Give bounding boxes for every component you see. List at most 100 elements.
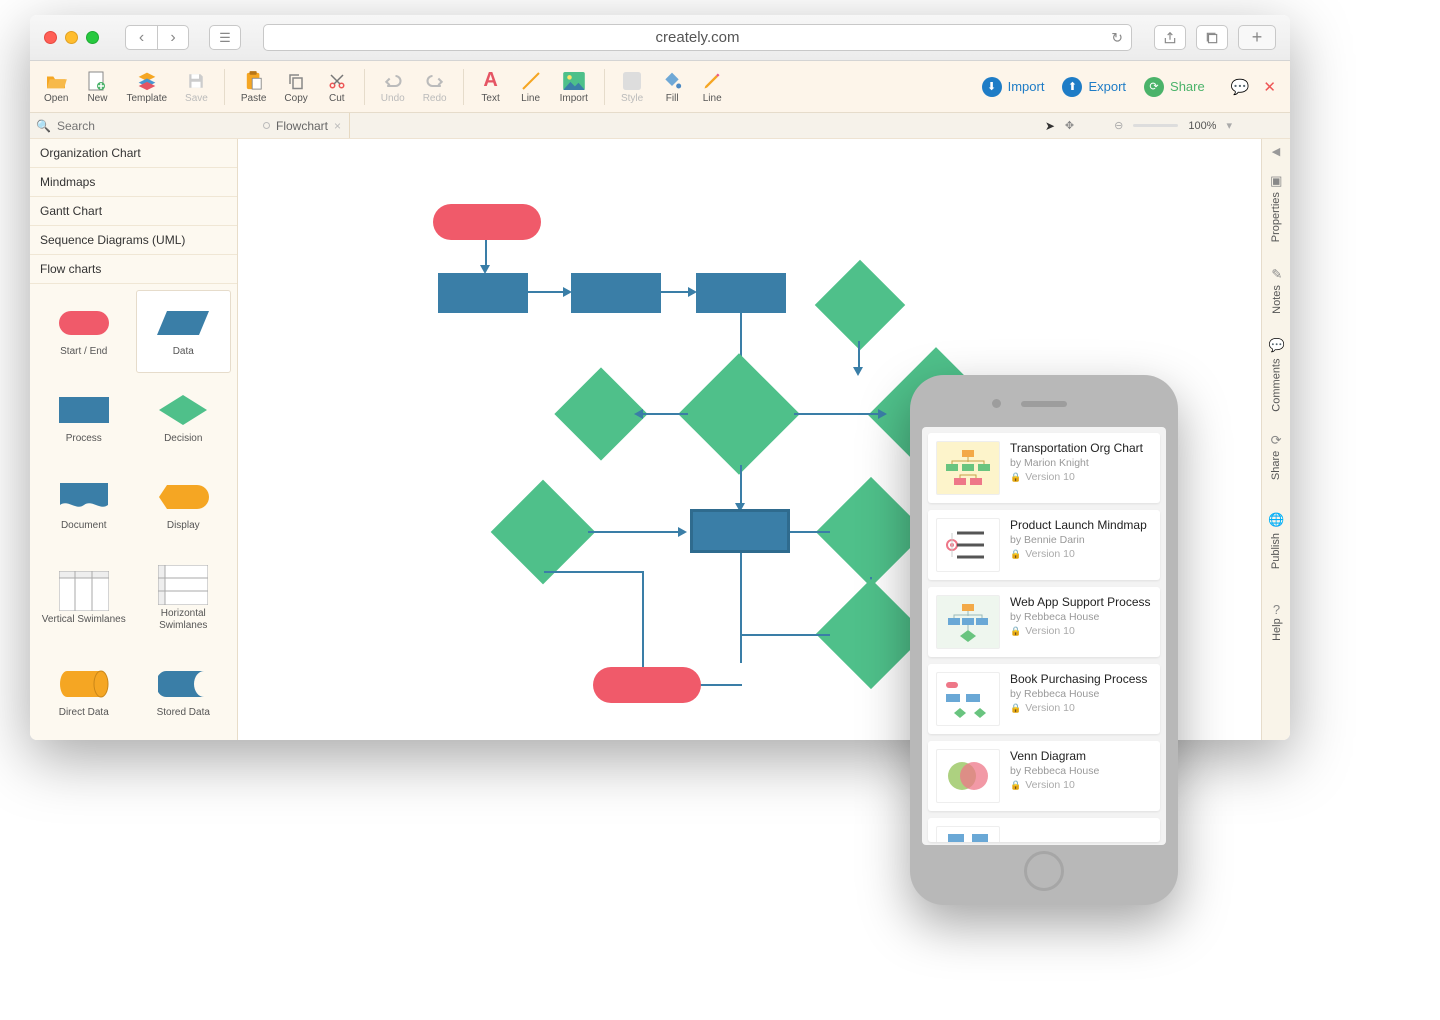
close-tab-icon[interactable]: × <box>334 119 341 133</box>
card-thumbnail <box>936 672 1000 726</box>
collapse-icon[interactable]: ◀ <box>1272 145 1280 158</box>
back-button[interactable]: ‹ <box>125 25 157 50</box>
line-icon <box>520 70 542 92</box>
rail-notes[interactable]: Notes✎ <box>1244 269 1291 314</box>
save-icon <box>185 70 207 92</box>
sidebar-toggle-button[interactable]: ☰ <box>209 25 241 50</box>
flow-process-node[interactable] <box>690 509 790 553</box>
window-controls <box>44 31 99 44</box>
shape-search-input[interactable] <box>57 119 197 133</box>
template-button[interactable]: Template <box>120 68 173 106</box>
cut-button[interactable]: Cut <box>320 68 354 106</box>
rail-publish[interactable]: Publish🌐 <box>1244 512 1290 569</box>
minimize-window-button[interactable] <box>65 31 78 44</box>
card-version: Version 10 <box>1025 702 1075 714</box>
shape-vertical-swimlanes[interactable]: Vertical Swimlanes <box>36 552 132 647</box>
line-style-button[interactable]: Line <box>695 68 729 106</box>
comment-icon[interactable]: 💬 <box>1231 78 1250 96</box>
style-button[interactable]: Style <box>615 68 649 106</box>
redo-button[interactable]: Redo <box>417 68 453 106</box>
shape-start-end[interactable]: Start / End <box>36 290 132 373</box>
flow-decision-node[interactable] <box>568 381 634 447</box>
flow-end-node[interactable] <box>593 667 701 703</box>
shape-direct-data[interactable]: Direct Data <box>36 651 132 734</box>
zoom-dropdown-icon[interactable]: ▾ <box>1226 119 1232 132</box>
lock-icon: 🔒 <box>1010 703 1021 714</box>
diagram-card[interactable]: Product Launch Mindmap by Bennie Darin 🔒… <box>928 510 1160 580</box>
lock-icon: 🔒 <box>1010 472 1021 483</box>
zoom-slider[interactable] <box>1133 124 1178 127</box>
new-button[interactable]: New <box>80 68 114 106</box>
new-tab-button[interactable]: + <box>1238 25 1276 50</box>
rail-comments[interactable]: Comments💬 <box>1244 337 1291 411</box>
rail-help[interactable]: Help? <box>1244 606 1290 641</box>
phone-home-button[interactable] <box>1024 851 1064 891</box>
flow-process-node[interactable] <box>438 273 528 313</box>
line-tool-button[interactable]: Line <box>514 68 548 106</box>
card-thumbnail <box>936 441 1000 495</box>
copy-button[interactable]: Copy <box>278 68 313 106</box>
shape-data[interactable]: Data <box>136 290 232 373</box>
import-image-button[interactable]: Import <box>554 68 594 106</box>
tabs-button[interactable] <box>1196 25 1228 50</box>
card-title: Venn Diagram <box>1010 749 1152 763</box>
import-button[interactable]: ⬇ Import <box>976 73 1051 101</box>
flow-process-node[interactable] <box>696 273 786 313</box>
close-icon[interactable]: ✕ <box>1263 78 1276 96</box>
url-text: creately.com <box>656 29 740 46</box>
nav-buttons: ‹ › <box>125 25 189 50</box>
flow-start-node[interactable] <box>433 204 541 240</box>
save-button[interactable]: Save <box>179 68 214 106</box>
flow-process-node[interactable] <box>571 273 661 313</box>
export-button[interactable]: ⬆ Export <box>1056 73 1132 101</box>
diagram-card[interactable]: Book Purchasing Process by Rebbeca House… <box>928 664 1160 734</box>
fill-button[interactable]: Fill <box>655 68 689 106</box>
reload-icon[interactable]: ↻ <box>1111 29 1123 46</box>
open-button[interactable]: Open <box>38 68 74 106</box>
undo-button[interactable]: Undo <box>375 68 411 106</box>
flow-decision-node[interactable] <box>832 493 910 571</box>
flow-decision-node[interactable] <box>506 495 580 569</box>
paste-button[interactable]: Paste <box>235 68 273 106</box>
close-window-button[interactable] <box>44 31 57 44</box>
shape-display[interactable]: Display <box>136 464 232 547</box>
rail-properties[interactable]: Properties▣ <box>1244 175 1291 242</box>
rail-share[interactable]: Share⟳ <box>1244 435 1290 480</box>
card-title: Product Launch Mindmap <box>1010 518 1152 532</box>
pan-tool-icon[interactable]: ✥ <box>1065 119 1074 132</box>
shape-process[interactable]: Process <box>36 377 132 460</box>
address-bar[interactable]: creately.com ↻ <box>263 24 1132 51</box>
share-button[interactable]: ⟳ Share <box>1138 73 1211 101</box>
category-item[interactable]: Organization Chart <box>30 139 237 168</box>
shape-document[interactable]: Document <box>36 464 132 547</box>
maximize-window-button[interactable] <box>86 31 99 44</box>
document-tab[interactable]: Flowchart × <box>255 113 350 138</box>
flow-decision-node[interactable] <box>696 371 782 457</box>
diagram-card[interactable] <box>928 818 1160 842</box>
diagram-card[interactable]: Venn Diagram by Rebbeca House 🔒Version 1… <box>928 741 1160 811</box>
diagram-card[interactable]: Transportation Org Chart by Marion Knigh… <box>928 433 1160 503</box>
flow-decision-node[interactable] <box>828 273 892 337</box>
category-item[interactable]: Gantt Chart <box>30 197 237 226</box>
shape-decision[interactable]: Decision <box>136 377 232 460</box>
category-item[interactable]: Flow charts <box>30 255 237 284</box>
diagram-card[interactable]: Web App Support Process by Rebbeca House… <box>928 587 1160 657</box>
phone-screen[interactable]: Transportation Org Chart by Marion Knigh… <box>922 427 1166 845</box>
shapes-palette: Start / End Data Process Decision Docume… <box>30 284 237 740</box>
phone-speaker <box>1021 401 1067 407</box>
text-tool-button[interactable]: A Text <box>474 68 508 106</box>
flow-decision-node[interactable] <box>832 595 910 673</box>
chrome-right-buttons: + <box>1154 25 1276 50</box>
category-item[interactable]: Sequence Diagrams (UML) <box>30 226 237 255</box>
search-icon[interactable]: 🔍 <box>36 119 51 133</box>
select-tool-icon[interactable]: ➤ <box>1045 119 1055 133</box>
category-item[interactable]: Mindmaps <box>30 168 237 197</box>
shape-stored-data[interactable]: Stored Data <box>136 651 232 734</box>
right-rail: ◀ Properties▣ Notes✎ Comments💬 Share⟳ Pu… <box>1261 139 1290 740</box>
forward-button[interactable]: › <box>157 25 189 50</box>
card-version: Version 10 <box>1025 779 1075 791</box>
shape-horizontal-swimlanes[interactable]: Horizontal Swimlanes <box>136 552 232 647</box>
share-page-button[interactable] <box>1154 25 1186 50</box>
card-author: by Rebbeca House <box>1010 765 1152 777</box>
zoom-out-icon[interactable]: ⊖ <box>1114 119 1123 132</box>
